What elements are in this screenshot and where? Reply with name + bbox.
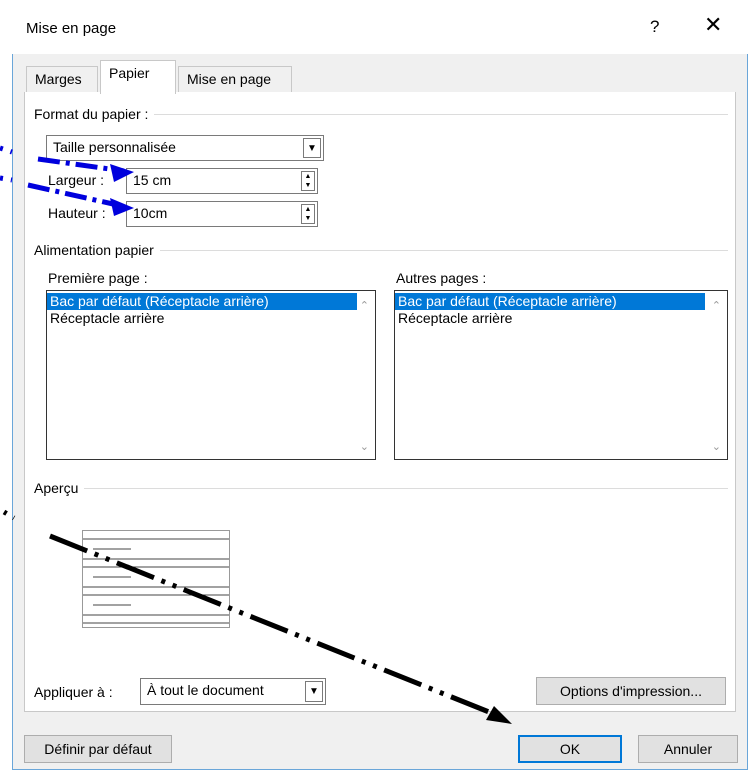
annotation-arrow-ok <box>49 533 505 721</box>
arrowhead-icon <box>110 198 134 216</box>
tab-paper[interactable]: Papier <box>100 60 176 94</box>
annotation-arrow-height-tail <box>0 175 13 183</box>
annotation-arrows <box>0 145 512 724</box>
arrowhead-icon <box>110 164 134 182</box>
annotation-arrow-height <box>27 182 123 209</box>
annotation-arrow-width-tail <box>0 145 13 155</box>
annotation-arrow-ok-tail <box>2 509 16 521</box>
arrowhead-icon <box>486 706 512 724</box>
